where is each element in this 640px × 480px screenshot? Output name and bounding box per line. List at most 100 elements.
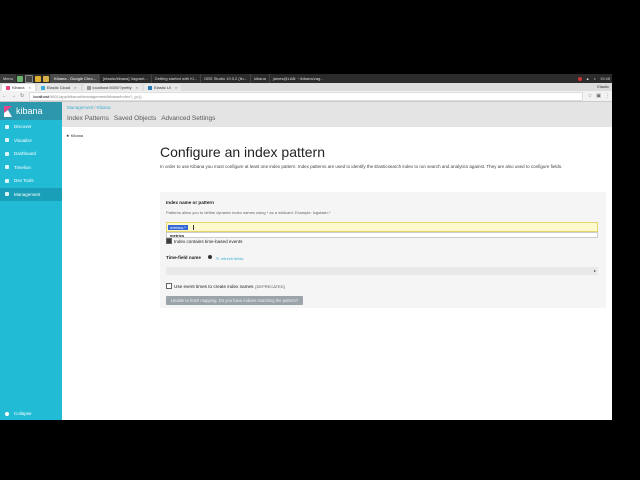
sidebar-item-management[interactable]: Management [0,187,62,201]
refresh-fields-label: refresh fields [220,256,244,261]
gear-icon [5,192,9,197]
index-name-label: Index name or pattern [166,200,214,205]
terminal-icon[interactable] [25,74,34,83]
taskbar-window-obs[interactable]: OBS Studio 19.0.2 (lin... [200,74,250,83]
browser-window: Kibana × Elastic Cloud × localhost:5000/… [0,83,612,420]
browser-icon[interactable] [35,75,42,82]
tab-title: Kibana [12,85,25,90]
browser-tab-kibana[interactable]: Kibana × [2,84,35,91]
sidebar-item-label: Discover [14,124,32,130]
wrench-icon [5,178,9,183]
event-times-checkbox[interactable]: Use event times to create index names [DE… [166,283,285,289]
timelion-icon [5,165,9,170]
taskbar-window-folder[interactable]: kibana [250,74,269,83]
close-tab-icon[interactable]: × [136,84,138,91]
main-content: Configure an index pattern In order to u… [152,127,612,420]
page-favicon-icon [86,85,91,90]
index-pattern-item[interactable]: ★ Kibana [66,133,83,138]
index-pattern-input[interactable]: metrics-* [166,222,598,232]
extension-icon[interactable]: ▣ [596,93,601,99]
page-title: Configure an index pattern [160,144,325,160]
url-host: localhost [33,93,49,99]
kibana-logo-text: kibana [16,106,43,116]
kibana-logo[interactable]: kibana [0,102,62,120]
deprecated-badge: [DEPRECATED] [255,283,285,289]
bookmark-star-icon[interactable]: ☆ [588,93,592,99]
tab-saved-objects[interactable]: Saved Objects [114,115,156,122]
volume-icon[interactable]: ◖ [594,76,596,81]
time-field-select[interactable]: ▸ [166,267,598,275]
time-based-checkbox[interactable]: Index contains time-based events [166,238,242,244]
browser-tab-localhost[interactable]: localhost:5000/?pretty × [82,84,142,91]
recording-icon[interactable] [577,76,582,81]
close-tab-icon[interactable]: × [28,84,30,91]
close-tab-icon[interactable]: × [74,84,76,91]
sidebar-item-dashboard[interactable]: Dashboard [0,147,62,161]
sidebar-item-visualize[interactable]: Visualize [0,134,62,148]
browser-tab-cloud[interactable]: Elastic Cloud × [36,84,81,91]
tab-title: Elastic Cloud [46,85,71,90]
kibana-favicon-icon [6,85,10,90]
breadcrumb-management[interactable]: Management [67,105,93,110]
tab-advanced-settings[interactable]: Advanced Settings [161,115,215,122]
back-arrow-icon[interactable]: ← [2,93,7,99]
url-path: :5601/app/kibana#/management/kibana/inde… [49,93,142,99]
bar-chart-icon [5,138,9,143]
index-pattern-name: Kibana [70,133,84,138]
sidebar-item-label: Dev Tools [14,178,34,184]
browser-menu-icon[interactable]: ⋮ [605,93,610,99]
kibana-sidebar: kibana Discover Visualize Dashboard Time… [0,102,62,420]
sidebar-item-label: Timelion [14,164,31,170]
reload-icon[interactable]: ↻ [20,93,24,99]
os-taskbar: Menu Kibana - Google Chro... [elastic/ki… [0,74,612,83]
folder-icon[interactable] [43,75,50,82]
forward-arrow-icon[interactable]: → [11,93,16,99]
sidebar-item-dev-tools[interactable]: Dev Tools [0,174,62,188]
page-description: In order to use Kibana you must configur… [160,164,563,169]
breadcrumb-separator: / [94,105,96,110]
browser-tab-eui[interactable]: Elastic UI × [143,84,182,91]
sidebar-item-discover[interactable]: Discover [0,120,62,134]
tab-title: localhost:5000/?pretty [92,85,132,90]
close-tab-icon[interactable]: × [175,84,177,91]
index-name-help: Patterns allow you to define dynamic ind… [166,210,331,215]
taskbar-window-github[interactable]: [elastic/kibana] Vagrant... [99,74,151,83]
collapse-icon [5,411,9,416]
taskbar-window-docs[interactable]: Getting started with Ki... [150,74,200,83]
collapse-button[interactable]: Collapse [0,411,32,416]
system-tray: ▲ ◖ 19:48 [576,76,612,81]
tab-index-patterns[interactable]: Index Patterns [67,115,109,122]
browser-profile-name[interactable]: Elastic [594,83,612,91]
index-pattern-list: ★ Kibana [62,127,153,420]
browser-tab-bar: Kibana × Elastic Cloud × localhost:5000/… [0,83,612,91]
sidebar-item-label: Visualize [14,137,32,143]
breadcrumb: Management/Kibana [67,105,111,110]
sidebar-item-label: Management [14,191,41,197]
elastic-favicon-icon [40,85,45,90]
kibana-logo-icon [4,105,12,117]
info-icon[interactable] [208,255,212,259]
sidebar-item-timelion[interactable]: Timelion [0,161,62,175]
breadcrumb-kibana[interactable]: Kibana [97,105,111,110]
compass-icon [5,124,9,129]
address-bar: ← → ↻ localhost:5601/app/kibana#/managem… [0,91,612,102]
start-menu-button[interactable]: Menu [0,74,17,83]
tab-title: Elastic UI [153,85,171,90]
management-tabs: Index Patterns Saved Objects Advanced Se… [67,115,220,122]
clock: 19:48 [599,76,610,81]
network-icon[interactable]: ▲ [586,76,590,81]
refresh-fields-link[interactable]: ↻ refresh fields [216,256,243,261]
create-index-pattern-button[interactable]: Unable to fetch mapping. Do you have ind… [166,296,304,305]
url-input[interactable]: localhost:5601/app/kibana#/management/ki… [29,91,583,101]
file-manager-icon[interactable] [17,75,24,82]
index-pattern-form: Index name or pattern Patterns allow you… [160,192,606,308]
time-based-label: Index contains time-based events [174,238,243,244]
dashboard-icon [5,151,9,156]
management-subnav: Management/Kibana Index Patterns Saved O… [62,102,612,127]
taskbar-window-kibana[interactable]: Kibana - Google Chro... [50,74,100,83]
collapse-label: Collapse [14,411,32,416]
index-pattern-input-value: metrics-* [168,225,188,230]
taskbar-window-terminal[interactable]: james@LAB: ~/kibana/vag... [268,74,324,83]
text-cursor [193,225,194,230]
eui-favicon-icon [147,85,152,90]
